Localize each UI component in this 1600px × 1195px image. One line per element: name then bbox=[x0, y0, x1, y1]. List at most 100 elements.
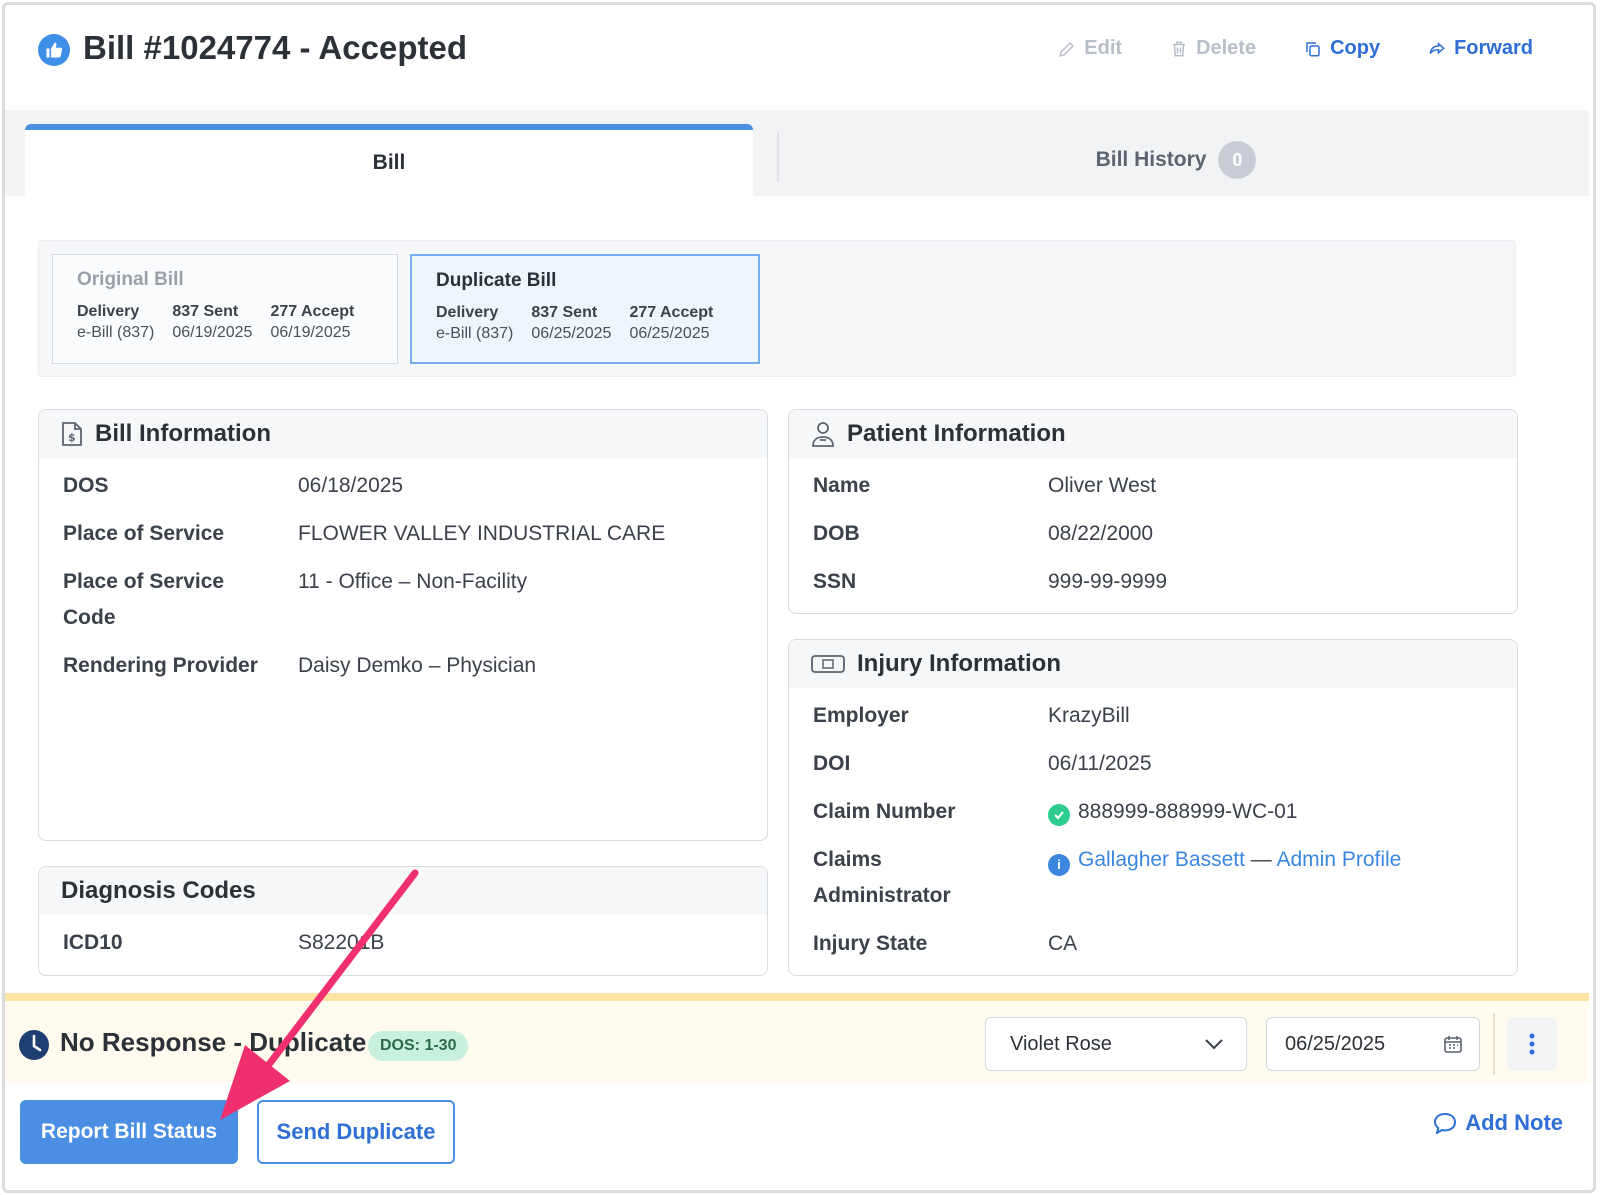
status-date-value: 06/25/2025 bbox=[1285, 1032, 1386, 1055]
bill-row-dos: DOS 06/18/2025 bbox=[63, 468, 743, 504]
patient-information-title: Patient Information bbox=[847, 420, 1066, 447]
header: Bill #1024774 - Accepted Edit Delete Cop… bbox=[5, 5, 1593, 107]
forward-button[interactable]: Forward bbox=[1428, 37, 1533, 60]
row-label: Employer bbox=[813, 704, 909, 727]
row-label: DOB bbox=[813, 522, 860, 545]
bill-row-rendering-provider: Rendering Provider Daisy Demko – Physicia… bbox=[63, 648, 743, 684]
delivery-value: e-Bill (837) bbox=[436, 325, 514, 342]
send-duplicate-button[interactable]: Send Duplicate bbox=[257, 1100, 455, 1164]
claim-number-value-wrap: 888999-888999-WC-01 bbox=[1048, 794, 1297, 830]
status-bar: No Response - Duplicate DOS: 1-30 Violet… bbox=[5, 993, 1589, 1083]
icd-label: ICD10 bbox=[63, 931, 123, 954]
row-value: 08/22/2000 bbox=[1048, 522, 1154, 545]
original-bill-card[interactable]: Original Bill Delivery e-Bill (837) 837 S… bbox=[52, 254, 398, 364]
add-note-button[interactable]: Add Note bbox=[1433, 1110, 1563, 1136]
delivery-header: Delivery bbox=[77, 303, 140, 320]
duplicate-bill-card[interactable]: Duplicate Bill Delivery e-Bill (837) 837 … bbox=[410, 254, 760, 364]
patient-row-dob: DOB 08/22/2000 bbox=[813, 516, 1493, 552]
kebab-menu-icon bbox=[1529, 1033, 1535, 1055]
sent-header: 837 Sent bbox=[172, 303, 239, 320]
assignee-value: Violet Rose bbox=[1010, 1032, 1112, 1055]
chat-bubble-icon bbox=[1434, 1112, 1457, 1134]
diagnosis-codes-title: Diagnosis Codes bbox=[61, 877, 256, 904]
row-value: FLOWER VALLEY INDUSTRIAL CARE bbox=[298, 522, 666, 545]
tabs-bar: Bill Bill History 0 bbox=[5, 110, 1589, 196]
injury-information-header: Injury Information bbox=[789, 640, 1517, 688]
calendar-icon[interactable] bbox=[1443, 1034, 1463, 1054]
tab-bill-history[interactable]: Bill History 0 bbox=[781, 124, 1571, 196]
forward-label: Forward bbox=[1454, 37, 1533, 59]
bill-information-header: $ Bill Information bbox=[39, 410, 767, 458]
assignee-select[interactable]: Violet Rose bbox=[985, 1017, 1247, 1071]
delete-button[interactable]: Delete bbox=[1170, 37, 1256, 60]
row-label: Place of Service bbox=[63, 522, 225, 545]
bill-document-icon: $ bbox=[62, 422, 82, 446]
sent-value: 06/19/2025 bbox=[172, 324, 253, 341]
edit-button[interactable]: Edit bbox=[1058, 37, 1122, 60]
row-label: SSN bbox=[813, 570, 857, 593]
edit-label: Edit bbox=[1084, 37, 1123, 59]
dos-badge: DOS: 1-30 bbox=[368, 1031, 469, 1061]
row-label: Injury State bbox=[813, 932, 928, 955]
bill-detail-window: Bill #1024774 - Accepted Edit Delete Cop… bbox=[2, 2, 1596, 1193]
more-options-button[interactable] bbox=[1507, 1017, 1557, 1071]
delete-label: Delete bbox=[1196, 37, 1257, 59]
page-title: Bill #1024774 - Accepted bbox=[83, 29, 467, 66]
clock-icon bbox=[19, 1030, 49, 1060]
add-note-label: Add Note bbox=[1465, 1110, 1563, 1135]
admin-profile-link[interactable]: Admin Profile bbox=[1276, 848, 1401, 871]
tab-bill-history-label: Bill History bbox=[1095, 148, 1207, 171]
delivery-value: e-Bill (837) bbox=[77, 324, 155, 341]
header-actions: Edit Delete Copy Forward bbox=[1058, 37, 1533, 60]
injury-row-claims-administrator: Claims Administrator i Gallagher Bassett … bbox=[813, 842, 1493, 914]
claim-number-value: 888999-888999-WC-01 bbox=[1078, 800, 1298, 823]
bill-information-panel: $ Bill Information DOS 06/18/2025 Place o… bbox=[38, 409, 768, 841]
accept-header: 277 Accept bbox=[629, 304, 714, 321]
report-bill-status-button[interactable]: Report Bill Status bbox=[20, 1100, 238, 1164]
patient-information-header: Patient Information bbox=[789, 410, 1517, 458]
bill-row-place-of-service: Place of Service FLOWER VALLEY INDUSTRIAL… bbox=[63, 516, 743, 552]
pencil-icon bbox=[1059, 41, 1075, 57]
row-value: Daisy Demko – Physician bbox=[298, 654, 537, 677]
svg-text:$: $ bbox=[68, 431, 76, 444]
bill-information-title: Bill Information bbox=[95, 420, 271, 447]
version-title: Duplicate Bill bbox=[436, 270, 557, 291]
injury-row-claim-number: Claim Number 888999-888999-WC-01 bbox=[813, 794, 1493, 830]
patient-row-name: Name Oliver West bbox=[813, 468, 1493, 504]
patient-row-ssn: SSN 999-99-9999 bbox=[813, 564, 1493, 600]
diagnosis-row: ICD10 S82201B bbox=[63, 925, 743, 961]
sent-value: 06/25/2025 bbox=[531, 325, 612, 342]
copy-button[interactable]: Copy bbox=[1304, 37, 1380, 60]
bill-row-place-of-service-code: Place of Service Code 11 - Office – Non-F… bbox=[63, 564, 743, 636]
row-label: Place of Service Code bbox=[63, 570, 225, 629]
injury-row-doi: DOI 06/11/2025 bbox=[813, 746, 1493, 782]
accept-value: 06/25/2025 bbox=[629, 325, 710, 342]
tab-bill[interactable]: Bill bbox=[25, 124, 753, 196]
injury-information-title: Injury Information bbox=[857, 650, 1061, 677]
row-label: Rendering Provider bbox=[63, 654, 258, 677]
row-label: DOI bbox=[813, 752, 851, 775]
id-card-icon bbox=[811, 655, 845, 673]
claims-administrator-value: i Gallagher Bassett — Admin Profile bbox=[1048, 842, 1401, 914]
row-label: Name bbox=[813, 474, 871, 497]
row-label: Claim Number bbox=[813, 800, 956, 823]
row-value: Oliver West bbox=[1048, 474, 1157, 497]
chevron-down-icon bbox=[1205, 1039, 1223, 1050]
bill-versions: Original Bill Delivery e-Bill (837) 837 S… bbox=[38, 240, 1516, 377]
diagnosis-codes-panel: Diagnosis Codes ICD10 S82201B bbox=[38, 866, 768, 976]
info-icon[interactable]: i bbox=[1048, 854, 1070, 876]
row-value: 999-99-9999 bbox=[1048, 570, 1168, 593]
row-value: 06/11/2025 bbox=[1048, 752, 1152, 775]
patient-information-panel: Patient Information Name Oliver West DOB 0… bbox=[788, 409, 1518, 614]
row-value: 06/18/2025 bbox=[298, 474, 404, 497]
injury-row-employer: Employer KrazyBill bbox=[813, 698, 1493, 734]
sent-header: 837 Sent bbox=[531, 304, 598, 321]
accept-header: 277 Accept bbox=[270, 303, 355, 320]
patient-icon bbox=[812, 422, 834, 447]
gallagher-bassett-link[interactable]: Gallagher Bassett bbox=[1078, 848, 1245, 871]
history-count-badge: 0 bbox=[1218, 141, 1257, 179]
status-date-input[interactable]: 06/25/2025 bbox=[1266, 1017, 1480, 1071]
copy-icon bbox=[1306, 41, 1320, 56]
row-label: Claims Administrator bbox=[813, 848, 951, 907]
tab-divider bbox=[777, 132, 779, 182]
